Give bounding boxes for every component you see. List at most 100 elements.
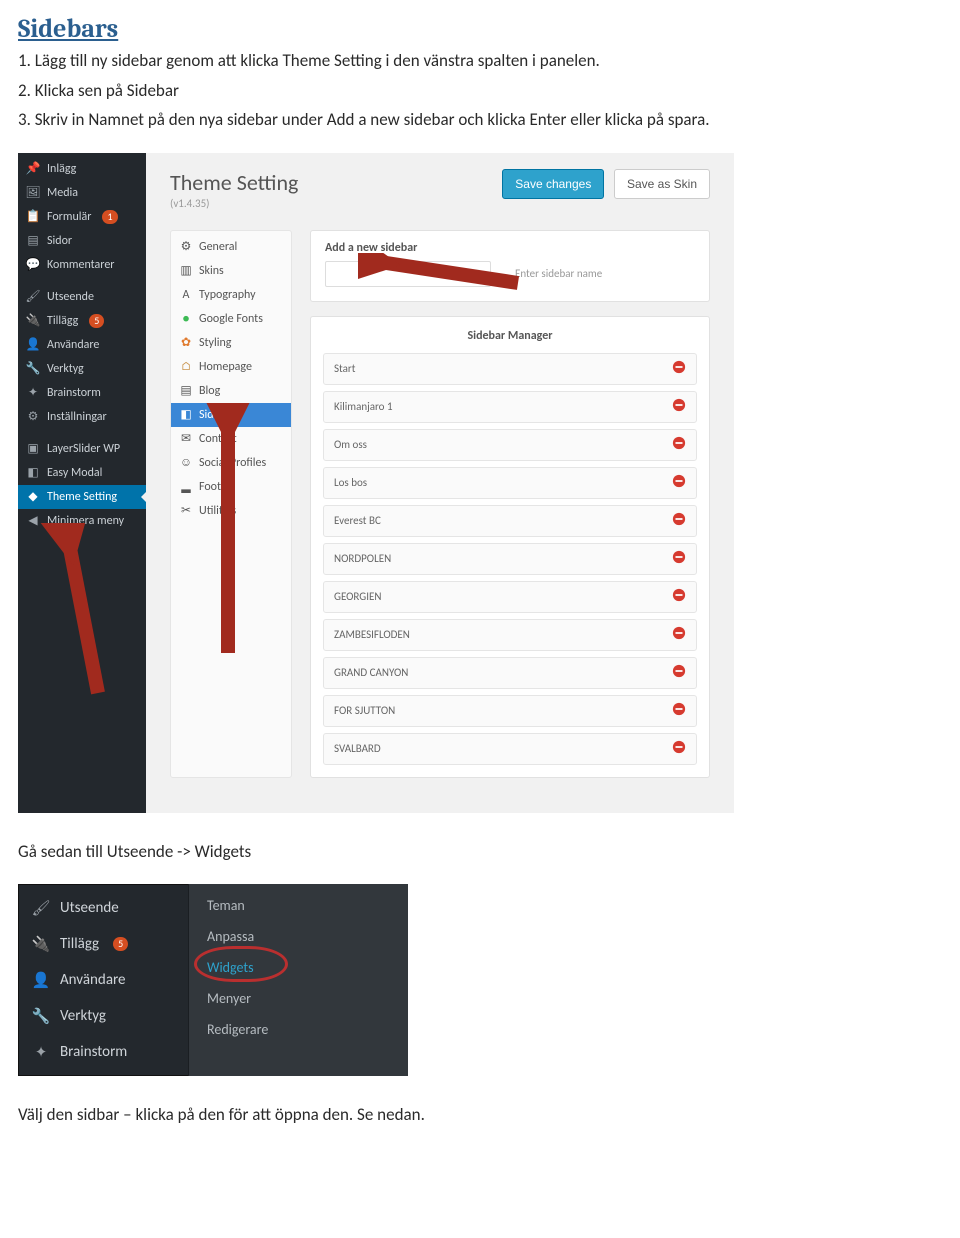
submenu-redigerare[interactable]: Redigerare <box>189 1014 408 1045</box>
sidebar-row[interactable]: ZAMBESIFLODEN <box>323 619 697 651</box>
wp-menu-layerslider[interactable]: ▣LayerSlider WP <box>18 437 146 461</box>
settings-label: General <box>199 240 237 254</box>
delete-icon[interactable] <box>672 474 686 491</box>
wp-label: Kommentarer <box>47 258 114 272</box>
wp-menu-installningar[interactable]: ⚙Inställningar <box>18 405 146 429</box>
panel-title: Theme Setting <box>170 169 298 196</box>
settings-google-fonts[interactable]: ● Google Fonts <box>171 307 291 331</box>
add-sidebar-input[interactable] <box>325 261 491 287</box>
delete-icon[interactable] <box>672 626 686 643</box>
google-icon: ● <box>179 312 193 326</box>
wp-label: Theme Setting <box>47 490 117 504</box>
menu-label: Tillägg <box>60 935 99 953</box>
settings-label: Contact <box>199 432 237 446</box>
settings-homepage[interactable]: ⌂Homepage <box>171 355 291 379</box>
comment-icon: 💬 <box>26 258 40 272</box>
delete-icon[interactable] <box>672 664 686 681</box>
delete-icon[interactable] <box>672 550 686 567</box>
settings-label: Typography <box>199 288 256 302</box>
settings-contact[interactable]: ✉Contact <box>171 427 291 451</box>
sidebar-row[interactable]: NORDPOLEN <box>323 543 697 575</box>
settings-blog[interactable]: ▤Blog <box>171 379 291 403</box>
wp-menu-sidor[interactable]: ▤Sidor <box>18 229 146 253</box>
sidebar-name: Kilimanjaro 1 <box>334 400 393 413</box>
collapse-icon: ◀ <box>26 514 40 528</box>
blog-icon: ▤ <box>179 384 193 398</box>
sidebar-row[interactable]: Om oss <box>323 429 697 461</box>
wp-menu-inlagg[interactable]: 📌 Inlägg <box>18 157 146 181</box>
settings-social[interactable]: ☺Social Profiles <box>171 451 291 475</box>
tools-icon: ✂ <box>179 504 193 518</box>
sidebar-row[interactable]: GEORGIEN <box>323 581 697 613</box>
wp-menu-verktyg[interactable]: 🔧Verktyg <box>18 357 146 381</box>
menu-brainstorm[interactable]: ✦Brainstorm <box>18 1034 188 1070</box>
settings-typography[interactable]: ATypography <box>171 283 291 307</box>
menu-tillagg[interactable]: 🔌Tillägg5 <box>18 926 188 962</box>
palette-icon: ✿ <box>179 336 193 350</box>
delete-icon[interactable] <box>672 512 686 529</box>
sidebar-name: ZAMBESIFLODEN <box>334 628 410 641</box>
settings-sidebar[interactable]: ◧Sidebar <box>171 403 291 427</box>
user-icon: 👤 <box>32 971 50 989</box>
sidebar-row[interactable]: Everest BC <box>323 505 697 537</box>
wp-menu-anvandare[interactable]: 👤Användare <box>18 333 146 357</box>
settings-general[interactable]: ⚙General <box>171 235 291 259</box>
sidebar-row[interactable]: FOR SJUTTON <box>323 695 697 727</box>
settings-styling[interactable]: ✿Styling <box>171 331 291 355</box>
modal-icon: ◧ <box>26 466 40 480</box>
wp-menu-formular[interactable]: 📋Formulär1 <box>18 205 146 229</box>
wp-label: Inlägg <box>47 162 76 176</box>
wp-menu-minimera[interactable]: ◀Minimera meny <box>18 509 146 533</box>
delete-icon[interactable] <box>672 702 686 719</box>
theme-setting-panel: Theme Setting (v1.4.35) Save changes Sav… <box>146 153 734 813</box>
pin-icon: 📌 <box>26 162 40 176</box>
wp-menu-media[interactable]: 🖼Media <box>18 181 146 205</box>
settings-skins[interactable]: ▥Skins <box>171 259 291 283</box>
menu-verktyg[interactable]: 🔧Verktyg <box>18 998 188 1034</box>
menu-utseende[interactable]: 🖌Utseende <box>18 890 188 926</box>
menu-anvandare[interactable]: 👤Användare <box>18 962 188 998</box>
sidebar-row[interactable]: GRAND CANYON <box>323 657 697 689</box>
sidebar-row[interactable]: Kilimanjaro 1 <box>323 391 697 423</box>
settings-label: Google Fonts <box>199 312 263 326</box>
save-as-skin-button[interactable]: Save as Skin <box>614 169 710 199</box>
wp-label: Brainstorm <box>47 386 101 400</box>
delete-icon[interactable] <box>672 360 686 377</box>
wp-label: Användare <box>47 338 99 352</box>
wp-menu-themesetting[interactable]: ◆Theme Setting <box>18 485 146 509</box>
settings-utilities[interactable]: ✂Utilities <box>171 499 291 523</box>
submenu-anpassa[interactable]: Anpassa <box>189 921 408 952</box>
delete-icon[interactable] <box>672 588 686 605</box>
wp-label: Media <box>47 186 78 200</box>
wp-menu-brainstorm[interactable]: ✦Brainstorm <box>18 381 146 405</box>
wp-menu-kommentarer[interactable]: 💬 Kommentarer <box>18 253 146 277</box>
submenu-menyer[interactable]: Menyer <box>189 983 408 1014</box>
wp-admin-sidebar: 📌 Inlägg 🖼Media 📋Formulär1 ▤Sidor 💬 Kommen… <box>18 153 146 813</box>
save-changes-button[interactable]: Save changes <box>502 169 604 199</box>
sidebar-row[interactable]: Start <box>323 353 697 385</box>
menu-label: Verktyg <box>60 1007 106 1025</box>
sidebar-row[interactable]: Los bos <box>323 467 697 499</box>
screenshot-widgets-submenu: 🖌Utseende 🔌Tillägg5 👤Användare 🔧Verktyg … <box>18 884 408 1076</box>
wp-menu-easymodal[interactable]: ◧Easy Modal <box>18 461 146 485</box>
sidebar-name: NORDPOLEN <box>334 552 391 565</box>
submenu-teman[interactable]: Teman <box>189 890 408 921</box>
sidebar-row[interactable]: SVALBARD <box>323 733 697 765</box>
footer-icon: ▂ <box>179 480 193 494</box>
wp-menu-tillagg[interactable]: 🔌Tillägg5 <box>18 309 146 333</box>
delete-icon[interactable] <box>672 436 686 453</box>
add-sidebar-hint: Enter sidebar name <box>515 267 602 280</box>
form-icon: 📋 <box>26 210 40 224</box>
wp-label: Inställningar <box>47 410 107 424</box>
settings-label: Homepage <box>199 360 252 374</box>
delete-icon[interactable] <box>672 740 686 757</box>
settings-nav: ⚙General ▥Skins ATypography ● Google Font… <box>170 230 292 778</box>
badge: 5 <box>113 937 128 951</box>
delete-icon[interactable] <box>672 398 686 415</box>
submenu-widgets[interactable]: Widgets <box>189 952 408 983</box>
wp-menu-utseende[interactable]: 🖌Utseende <box>18 285 146 309</box>
brain-icon: ✦ <box>32 1043 50 1061</box>
settings-footer[interactable]: ▂Footer <box>171 475 291 499</box>
badge: 1 <box>102 210 117 224</box>
sidebar-name: SVALBARD <box>334 742 381 755</box>
